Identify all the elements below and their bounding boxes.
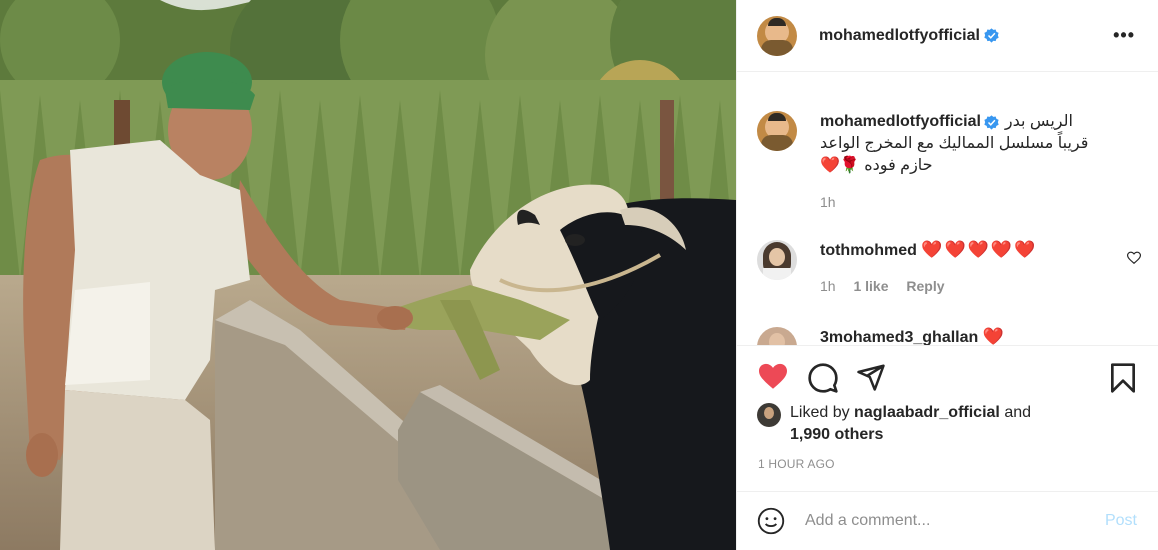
emoji-icon[interactable] xyxy=(757,507,785,535)
add-comment-input[interactable] xyxy=(805,512,1075,530)
more-options-icon[interactable]: ••• xyxy=(1113,26,1135,44)
commenter-avatar[interactable] xyxy=(757,327,797,345)
likes-summary: Liked by naglaabadr_official and 1,990 o… xyxy=(757,402,1031,446)
caption-line-3: حازم فوده 🌹❤️ xyxy=(820,157,933,174)
comment-time[interactable]: 1h xyxy=(820,278,836,294)
caption-author-avatar[interactable] xyxy=(757,111,797,151)
commenter-avatar[interactable] xyxy=(757,240,797,280)
comment-reply-button[interactable]: Reply xyxy=(906,278,944,294)
likes-others[interactable]: 1,990 others xyxy=(790,426,883,443)
liker-username[interactable]: naglaabadr_official xyxy=(854,404,1000,421)
comment-body: tothmohmed ❤️❤️❤️❤️❤️ 1h 1 like Reply xyxy=(820,240,1037,294)
likes-text: Liked by naglaabadr_official and 1,990 o… xyxy=(790,402,1031,446)
comment-body: 3mohamed3_ghallan ❤️ xyxy=(820,327,1006,345)
comment-item: tothmohmed ❤️❤️❤️❤️❤️ 1h 1 like Reply xyxy=(757,240,1157,294)
post-header: mohamedlotfyofficial ••• xyxy=(737,0,1158,72)
add-comment-bar: Post xyxy=(737,491,1158,550)
caption-line-1: الريس بدر xyxy=(1004,113,1073,130)
comment-meta: 1h 1 like Reply xyxy=(820,278,1037,294)
verified-badge-icon xyxy=(984,114,999,130)
caption-username[interactable]: mohamedlotfyofficial xyxy=(820,111,981,133)
post-comment-button[interactable]: Post xyxy=(1105,512,1137,530)
caption-time[interactable]: 1h xyxy=(820,191,1150,213)
post-photo[interactable] xyxy=(0,0,736,550)
liker-avatar[interactable] xyxy=(757,403,781,427)
comment-icon[interactable] xyxy=(807,362,839,394)
comment-text: ❤️ xyxy=(982,327,1006,345)
comment-item: 3mohamed3_ghallan ❤️ xyxy=(757,327,1006,345)
verified-badge-icon xyxy=(984,28,999,43)
caption-body: mohamedlotfyofficial الريس بدر قريباً مس… xyxy=(820,111,1150,213)
share-icon[interactable] xyxy=(855,362,887,392)
caption-line-2: قريباً مسلسل المماليك مع المخرج الواعد xyxy=(820,135,1089,152)
post-timestamp[interactable]: 1 HOUR AGO xyxy=(758,457,835,471)
instagram-post-modal: mohamedlotfyofficial ••• mohamedlotfyoff… xyxy=(0,0,1158,550)
author-username[interactable]: mohamedlotfyofficial xyxy=(819,27,980,45)
likes-and: and xyxy=(1004,404,1032,421)
comment-text: ❤️❤️❤️❤️❤️ xyxy=(921,240,1038,259)
commenter-username[interactable]: tothmohmed xyxy=(820,242,917,259)
caption: mohamedlotfyofficial الريس بدر قريباً مس… xyxy=(757,111,1150,213)
photo-illustration xyxy=(0,0,736,550)
author-avatar[interactable] xyxy=(757,15,797,56)
heart-icon[interactable] xyxy=(757,362,789,390)
action-bar xyxy=(737,345,1158,403)
likes-prefix: Liked by xyxy=(790,404,850,421)
commenter-username[interactable]: 3mohamed3_ghallan xyxy=(820,329,978,345)
comments-section: mohamedlotfyofficial الريس بدر قريباً مس… xyxy=(737,73,1158,345)
post-side-panel: mohamedlotfyofficial ••• mohamedlotfyoff… xyxy=(736,0,1158,550)
comment-likes[interactable]: 1 like xyxy=(853,278,888,294)
comment-like-heart-icon[interactable] xyxy=(1127,251,1141,265)
bookmark-icon[interactable] xyxy=(1109,362,1137,394)
